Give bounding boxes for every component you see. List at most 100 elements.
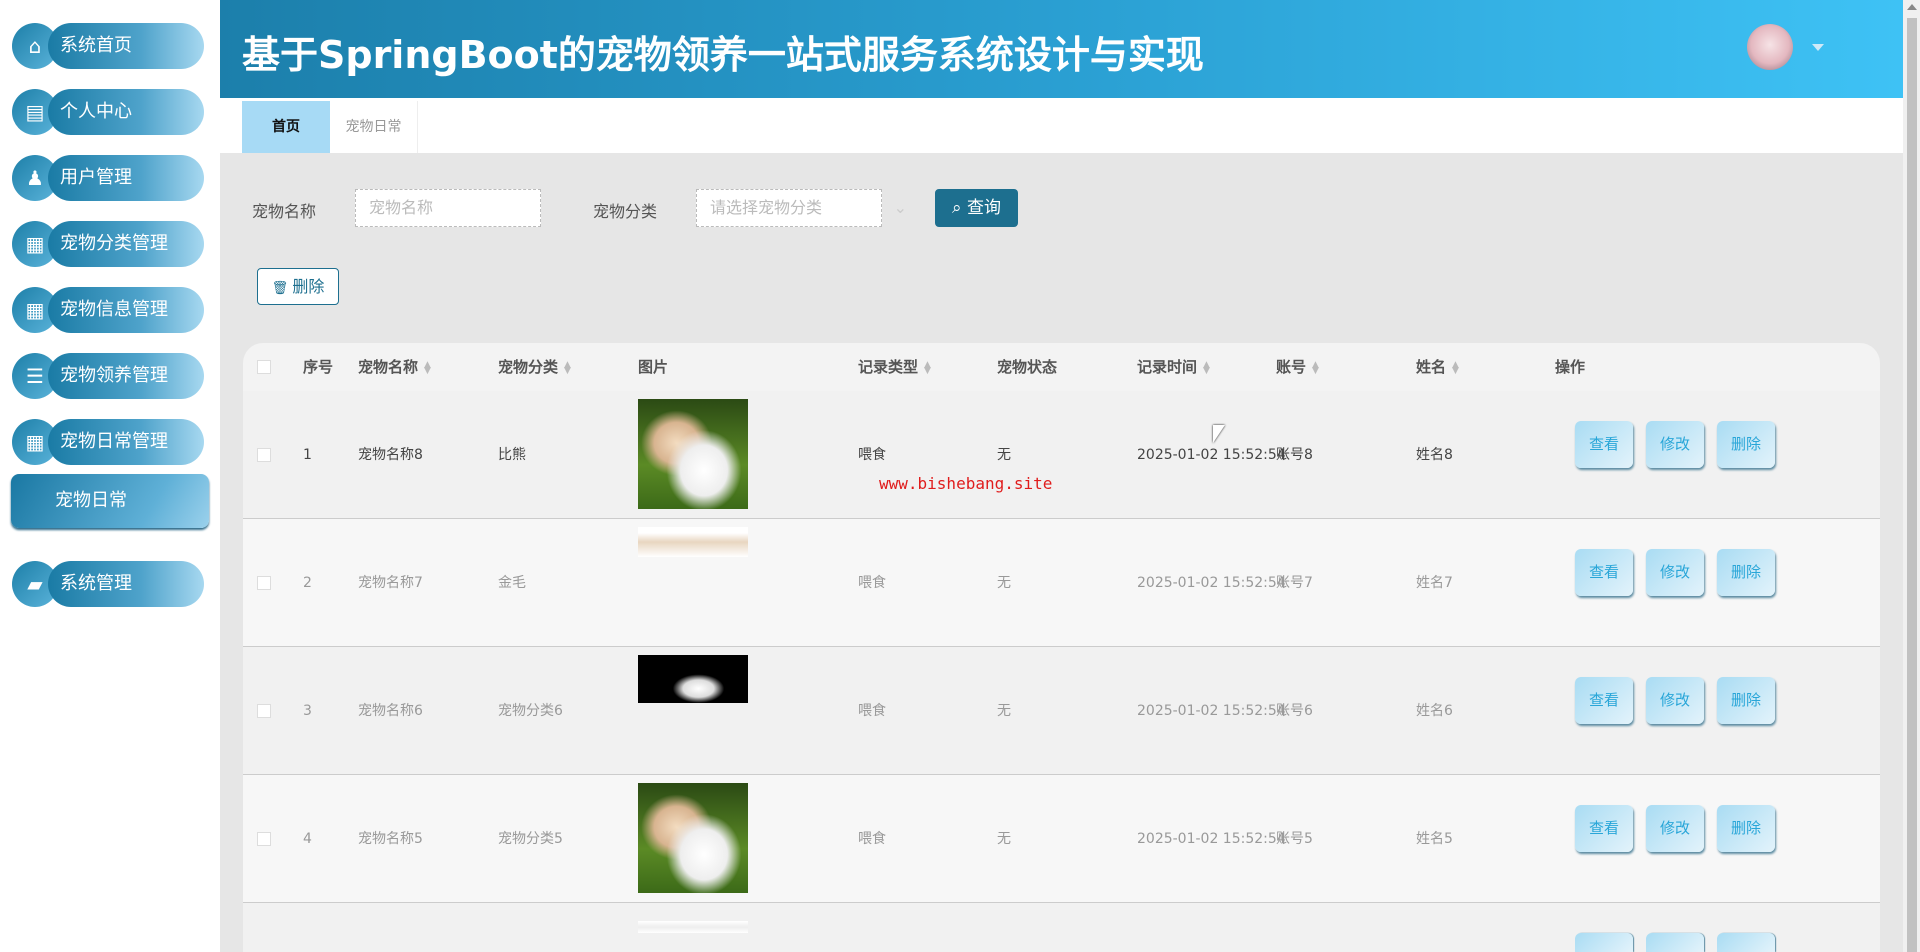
sort-icon: ▲ ▼ (1203, 359, 1210, 376)
record-type-cell: 喂食 (858, 447, 886, 463)
pet-image[interactable] (638, 655, 748, 703)
row-checkbox[interactable] (257, 576, 271, 590)
sidebar-item-pet-info[interactable]: ▦ 宠物信息管理 (12, 287, 204, 333)
sidebar-item-users[interactable]: ♟ 用户管理 (12, 155, 204, 201)
select-placeholder: 请选择宠物分类 (710, 198, 823, 217)
scrollbar-thumb[interactable] (1907, 18, 1917, 952)
batch-delete-button[interactable]: 🗑 删除 (257, 268, 339, 305)
row-checkbox[interactable] (257, 832, 271, 846)
delete-button[interactable] (1717, 933, 1775, 952)
record-time-cell: 2025-01-02 15:52:54 (1137, 831, 1286, 847)
watermark: www.bishebang.site (879, 474, 1053, 493)
delete-button[interactable]: 删除 (1717, 805, 1775, 852)
chevron-down-icon[interactable] (1812, 44, 1824, 51)
row-index-cell: 2 (303, 575, 312, 591)
view-button[interactable]: 查看 (1575, 549, 1633, 596)
sidebar-item-pet-category[interactable]: ▦ 宠物分类管理 (12, 221, 204, 267)
scrollbar[interactable] (1903, 0, 1920, 952)
tab-home[interactable]: 首页 (242, 101, 330, 153)
pet-image[interactable] (638, 783, 748, 893)
pet-status-cell: 无 (997, 703, 1011, 719)
row-checkbox[interactable] (257, 704, 271, 718)
pet-category-select[interactable]: 请选择宠物分类 ⌄ (696, 189, 907, 227)
record-time-cell: 2025-01-02 15:52:54 (1137, 575, 1286, 591)
delete-button[interactable]: 删除 (1717, 677, 1775, 724)
person-name-cell: 姓名8 (1416, 447, 1453, 463)
avatar[interactable] (1747, 24, 1793, 70)
sidebar-subitem-pet-daily[interactable]: 宠物日常 (11, 474, 209, 528)
view-button[interactable]: 查看 (1575, 421, 1633, 468)
sidebar-item-profile[interactable]: ▤ 个人中心 (12, 89, 204, 135)
pet-status-cell: 无 (997, 447, 1011, 463)
pet-name-cell: 宠物名称6 (358, 703, 423, 719)
header-pet-name[interactable]: 宠物名称 ▲ ▼ (358, 343, 431, 391)
header-actions: 操作 (1555, 358, 1586, 376)
sidebar-item-system[interactable]: ▰ 系统管理 (12, 561, 204, 607)
pet-name-input[interactable]: 宠物名称 (355, 189, 541, 227)
header-record-time[interactable]: 记录时间 ▲ ▼ (1137, 343, 1210, 391)
sidebar-item-adoption[interactable]: ☰ 宠物领养管理 (12, 353, 204, 399)
sidebar-item-label: 宠物分类管理 (48, 221, 204, 267)
header-label: 账号 (1276, 358, 1307, 376)
record-type-cell: 喂食 (858, 703, 886, 719)
table-row: 1 宠物名称8 比熊 喂食无 2025-01-02 15:52:54 账号8 姓名8 查看 … (243, 391, 1880, 519)
view-button[interactable]: 查看 (1575, 677, 1633, 724)
view-button[interactable] (1575, 933, 1633, 952)
tab-bar: 首页 宠物日常 (220, 98, 1903, 153)
pet-image[interactable] (638, 527, 748, 557)
pet-status-cell: 无 (997, 831, 1011, 847)
edit-button[interactable]: 修改 (1646, 549, 1704, 596)
sidebar-item-label: 宠物日常管理 (48, 419, 204, 465)
delete-button[interactable]: 删除 (1717, 421, 1775, 468)
row-index-cell: 3 (303, 703, 312, 719)
person-name-cell: 姓名5 (1416, 831, 1453, 847)
sidebar-item-label: 宠物领养管理 (48, 353, 204, 399)
chevron-down-icon: ⌄ (893, 198, 907, 217)
account-cell: 账号5 (1276, 831, 1313, 847)
select-all-checkbox[interactable] (257, 360, 271, 374)
header-record-type[interactable]: 记录类型 ▲ ▼ (858, 343, 931, 391)
record-type-cell: 喂食 (858, 575, 886, 591)
pet-status-cell: 无 (997, 575, 1011, 591)
scroll-up-icon[interactable] (1907, 4, 1917, 10)
app-title: 基于SpringBoot的宠物领养一站式服务系统设计与实现 (242, 33, 1204, 77)
header-label: 记录类型 (858, 358, 919, 376)
edit-button[interactable]: 修改 (1646, 677, 1704, 724)
header-label: 宠物名称 (358, 358, 419, 376)
edit-button[interactable]: 修改 (1646, 421, 1704, 468)
table-row: 2 宠物名称7 金毛 喂食无 2025-01-02 15:52:54 账号7 姓名7 查看 … (243, 519, 1880, 647)
view-button[interactable]: 查看 (1575, 805, 1633, 852)
delete-label: 删除 (292, 277, 325, 296)
delete-button[interactable]: 删除 (1717, 549, 1775, 596)
sidebar-item-pet-daily-mgmt[interactable]: ▦ 宠物日常管理 (12, 419, 204, 465)
header-label: 宠物分类 (498, 358, 559, 376)
record-type-cell: 喂食 (858, 831, 886, 847)
header-pet-status: 宠物状态 (997, 358, 1058, 376)
sidebar-item-label: 用户管理 (48, 155, 204, 201)
sidebar-item-label: 系统首页 (48, 23, 204, 69)
pet-image[interactable] (638, 921, 748, 933)
pet-name-cell: 宠物名称8 (358, 447, 423, 463)
sort-icon: ▲ ▼ (1312, 359, 1319, 376)
tab-pet-daily[interactable]: 宠物日常 (330, 101, 418, 153)
sidebar-item-label: 个人中心 (48, 89, 204, 135)
mouse-cursor (1213, 425, 1225, 443)
pet-category-cell: 宠物分类5 (498, 831, 563, 847)
pet-category-cell: 比熊 (498, 447, 526, 463)
sort-icon: ▲ ▼ (424, 359, 431, 376)
edit-button[interactable] (1646, 933, 1704, 952)
sidebar-item-home[interactable]: ⌂ 系统首页 (12, 23, 204, 69)
edit-button[interactable]: 修改 (1646, 805, 1704, 852)
account-cell: 账号8 (1276, 447, 1313, 463)
record-time-cell: 2025-01-02 15:52:54 (1137, 447, 1286, 463)
pet-category-label: 宠物分类 (593, 202, 658, 221)
header-person-name[interactable]: 姓名 ▲ ▼ (1416, 343, 1459, 391)
header-label: 姓名 (1416, 358, 1447, 376)
query-button[interactable]: ⌕ 查询 (935, 189, 1018, 227)
header-account[interactable]: 账号 ▲ ▼ (1276, 343, 1319, 391)
pet-image[interactable] (638, 399, 748, 509)
header-index: 序号 (303, 358, 334, 376)
pet-category-cell: 宠物分类6 (498, 703, 563, 719)
header-pet-category[interactable]: 宠物分类 ▲ ▼ (498, 343, 571, 391)
row-checkbox[interactable] (257, 448, 271, 462)
